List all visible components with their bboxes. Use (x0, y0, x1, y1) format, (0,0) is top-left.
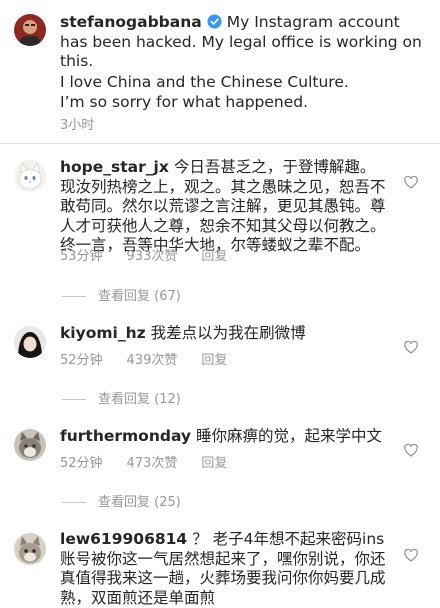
author-username[interactable]: stefanogabbana (60, 13, 202, 31)
caption-divider (0, 143, 440, 144)
comment-timestamp: 53分钟 (60, 249, 103, 264)
comment-text: lew619906814？ 老子4年想不起来密码ins账号被你这一气居然想起来了… (60, 530, 390, 608)
view-replies-label[interactable]: 查看回复 (67) (98, 289, 181, 304)
comment-meta: 52分钟 439次赞 回复 (60, 353, 251, 369)
commenter-avatar[interactable] (14, 326, 46, 358)
reply-button[interactable]: 回复 (201, 249, 227, 264)
view-replies-button[interactable]: 查看回复 (25) (62, 495, 181, 511)
comment-meta: 53分钟 933次赞 回复 (60, 249, 251, 265)
replies-divider (62, 502, 86, 503)
comment-body: 睡你麻痹的觉，起来学中文 (196, 427, 383, 445)
caption-line-2: I love China and the Chinese Culture. (60, 73, 349, 91)
caption-timestamp: 3小时 (60, 118, 95, 133)
reply-button[interactable]: 回复 (201, 456, 227, 471)
commenter-avatar[interactable] (14, 533, 46, 565)
verified-badge-icon (207, 14, 222, 29)
comment-text: furthermonday 睡你麻痹的觉，起来学中文 (60, 427, 390, 447)
commenter-avatar[interactable] (14, 429, 46, 461)
comment-body: 我差点以为我在刷微博 (150, 324, 306, 342)
comment-likes[interactable]: 933次赞 (127, 249, 178, 264)
comment-text: hope_star_jx 今日吾甚乏之，于登博解趣。现汝列热榜之上，观之。其之愚昧… (60, 158, 390, 256)
replies-divider (62, 296, 86, 297)
heart-outline-icon[interactable] (404, 549, 418, 562)
caption-text: stefanogabbana My Instagram account has b… (60, 13, 432, 72)
comment-likes[interactable]: 439次赞 (127, 353, 178, 368)
commenter-username[interactable]: furthermonday (60, 427, 191, 445)
caption-line-3: I’m so sorry for what happened. (60, 93, 309, 111)
post-caption: stefanogabbana My Instagram account has b… (0, 0, 440, 143)
heart-outline-icon[interactable] (404, 176, 418, 189)
view-replies-label[interactable]: 查看回复 (25) (98, 495, 181, 510)
comment-meta: 52分钟 473次赞 回复 (60, 456, 251, 472)
comment-likes[interactable]: 473次赞 (127, 456, 178, 471)
author-avatar[interactable] (14, 14, 46, 46)
reply-button[interactable]: 回复 (201, 353, 227, 368)
comment-text: kiyomi_hz 我差点以为我在刷微博 (60, 324, 390, 344)
replies-divider (62, 399, 86, 400)
commenter-username[interactable]: hope_star_jx (60, 158, 169, 176)
view-replies-button[interactable]: 查看回复 (67) (62, 289, 181, 305)
heart-outline-icon[interactable] (404, 444, 418, 457)
comment-timestamp: 52分钟 (60, 456, 103, 471)
heart-outline-icon[interactable] (404, 341, 418, 354)
commenter-avatar[interactable] (14, 160, 46, 192)
comment-timestamp: 52分钟 (60, 353, 103, 368)
view-replies-label[interactable]: 查看回复 (12) (98, 392, 181, 407)
view-replies-button[interactable]: 查看回复 (12) (62, 392, 181, 408)
commenter-username[interactable]: lew619906814 (60, 530, 187, 548)
commenter-username[interactable]: kiyomi_hz (60, 324, 146, 342)
